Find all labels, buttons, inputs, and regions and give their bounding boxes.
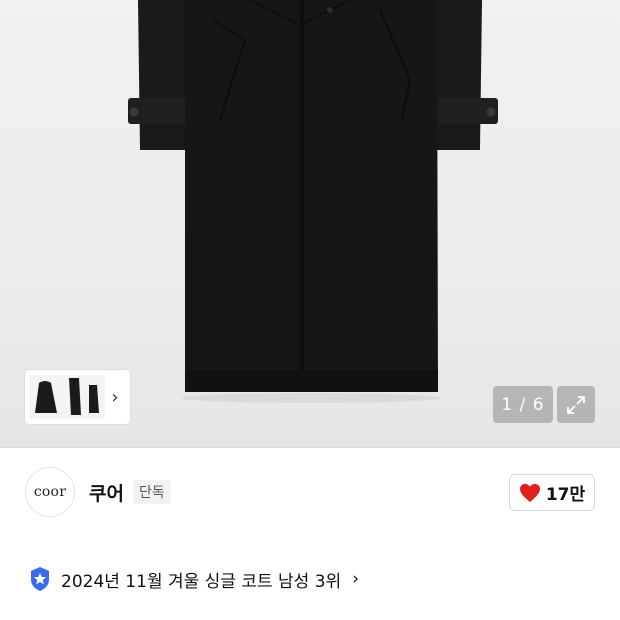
exclusive-badge: 단독 [133,480,171,504]
like-button[interactable]: 17만 [509,474,595,511]
expand-button[interactable] [557,386,595,423]
thumbnail-strip[interactable]: › [25,370,130,424]
chevron-right-icon[interactable]: › [105,375,125,419]
image-pager: 1 / 6 [493,386,553,423]
brand-name[interactable]: 쿠어 [89,479,124,506]
chevron-right-icon: › [352,569,359,589]
ranking-link[interactable]: 2024년 11월 겨울 싱글 코트 남성 3위 › [0,555,620,603]
ranking-text: 2024년 11월 겨울 싱글 코트 남성 3위 [61,571,342,592]
brand-row: coor 쿠어 단독 17만 [0,448,620,536]
product-image-gallery[interactable]: › 1 / 6 [0,0,620,447]
thumbnail-image[interactable] [29,375,105,419]
star-badge-icon [31,567,49,591]
brand-logo[interactable]: coor [25,467,75,517]
heart-icon [519,483,540,502]
like-count: 17만 [545,485,586,505]
expand-arrows-icon [567,395,585,414]
